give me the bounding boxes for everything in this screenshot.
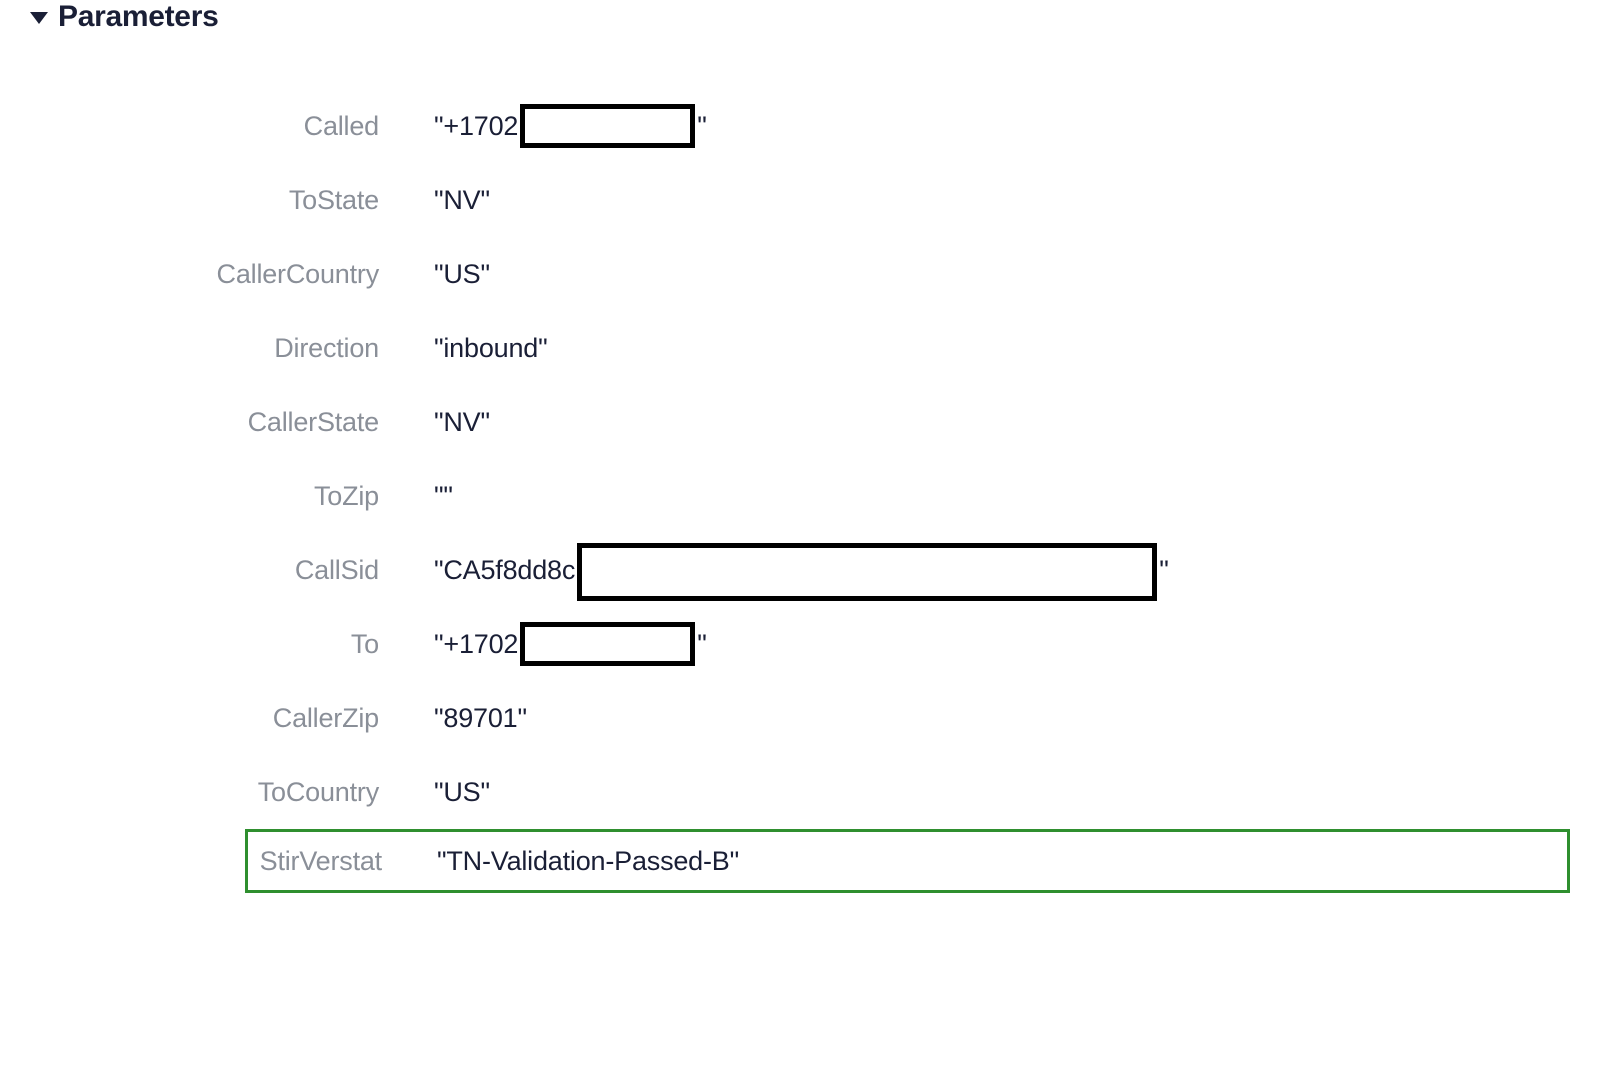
param-row-callerzip: CallerZip "89701" [30,681,1570,755]
value-prefix: "CA5f8dd8c [434,555,575,586]
value-prefix: "+1702 [434,111,518,142]
param-value: "" [434,481,453,512]
param-row-to: To "+1702 " [30,607,1570,681]
param-label: ToZip [30,481,434,512]
value-suffix: " [697,111,706,142]
param-label: Called [30,111,434,142]
param-row-tocountry: ToCountry "US" [30,755,1570,829]
value-prefix: "+1702 [434,629,518,660]
param-label: To [30,629,434,660]
value-suffix: " [697,629,706,660]
param-label: ToState [30,185,434,216]
param-row-callsid: CallSid "CA5f8dd8c " [30,533,1570,607]
param-row-tostate: ToState "NV" [30,163,1570,237]
param-label: ToCountry [30,777,434,808]
section-header[interactable]: Parameters [30,0,1570,34]
param-label: CallerZip [30,703,434,734]
param-label: CallerState [30,407,434,438]
section-title: Parameters [58,0,218,34]
param-row-called: Called "+1702 " [30,89,1570,163]
param-row-callercountry: CallerCountry "US" [30,237,1570,311]
param-value: "89701" [434,703,527,734]
param-value: "CA5f8dd8c " [434,541,1169,599]
caret-down-icon [30,12,48,24]
param-value: "TN-Validation-Passed-B" [437,846,739,877]
param-label: Direction [30,333,434,364]
param-value: "NV" [434,185,490,216]
param-row-direction: Direction "inbound" [30,311,1570,385]
param-row-callerstate: CallerState "NV" [30,385,1570,459]
parameters-list: Called "+1702 " ToState "NV" CallerCount… [30,89,1570,893]
param-value: "+1702 " [434,104,707,148]
redacted-box [520,104,695,148]
redacted-box [577,543,1157,601]
param-label: StirVerstat [248,846,437,877]
param-row-tozip: ToZip "" [30,459,1570,533]
param-value: "NV" [434,407,490,438]
value-suffix: " [1159,555,1168,586]
param-value: "US" [434,259,490,290]
param-value: "US" [434,777,490,808]
param-value: "inbound" [434,333,547,364]
param-label: CallSid [30,555,434,586]
param-label: CallerCountry [30,259,434,290]
param-row-stirverstat-highlighted: StirVerstat "TN-Validation-Passed-B" [245,829,1570,893]
redacted-box [520,622,695,666]
param-value: "+1702 " [434,622,707,666]
